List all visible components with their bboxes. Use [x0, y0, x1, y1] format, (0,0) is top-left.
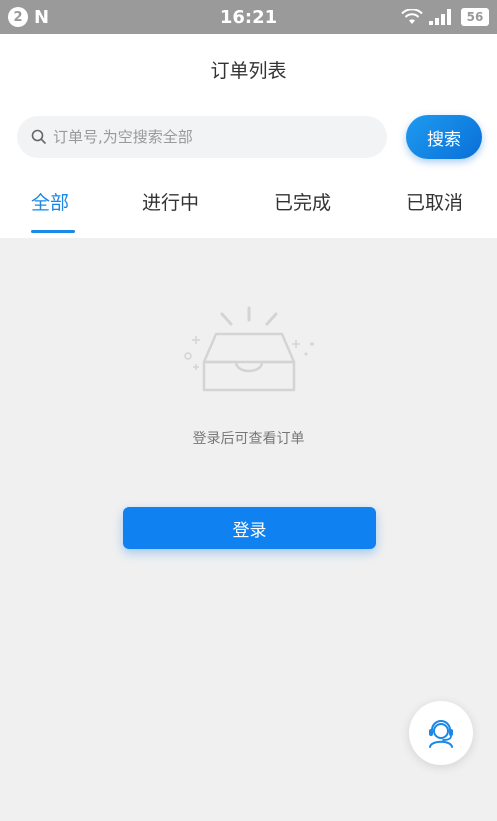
search-input[interactable]: [53, 128, 353, 146]
tab-all[interactable]: 全部: [31, 188, 69, 215]
search-icon: [31, 129, 46, 144]
customer-service-button[interactable]: [409, 701, 473, 765]
tab-cancelled[interactable]: 已取消: [406, 188, 463, 215]
order-list-content: 登录后可查看订单 登录: [0, 238, 497, 821]
empty-state-message: 登录后可查看订单: [192, 431, 305, 447]
wifi-icon: [401, 9, 423, 24]
status-bar: 2 N 16:21 56: [0, 0, 497, 34]
header: 订单列表 搜索 全部 进行中 已完成 已取消: [0, 34, 497, 238]
login-button[interactable]: 登录: [123, 507, 376, 549]
battery-level: 56: [461, 8, 489, 26]
search-box[interactable]: [17, 116, 387, 158]
status-bar-left: 2 N: [8, 7, 49, 28]
active-tab-indicator: [31, 230, 75, 233]
nfc-icon: N: [34, 6, 50, 28]
customer-service-icon: [429, 720, 453, 748]
page-title: 订单列表: [210, 60, 287, 82]
notification-count-badge: 2: [8, 7, 28, 27]
order-status-tabs: 全部 进行中 已完成 已取消: [0, 184, 497, 238]
status-bar-right: 56: [401, 8, 489, 26]
tab-completed[interactable]: 已完成: [274, 188, 331, 215]
search-button[interactable]: 搜索: [406, 115, 482, 159]
tab-in-progress[interactable]: 进行中: [142, 188, 199, 215]
empty-box-icon: [184, 306, 314, 392]
signal-icon: [429, 9, 451, 25]
